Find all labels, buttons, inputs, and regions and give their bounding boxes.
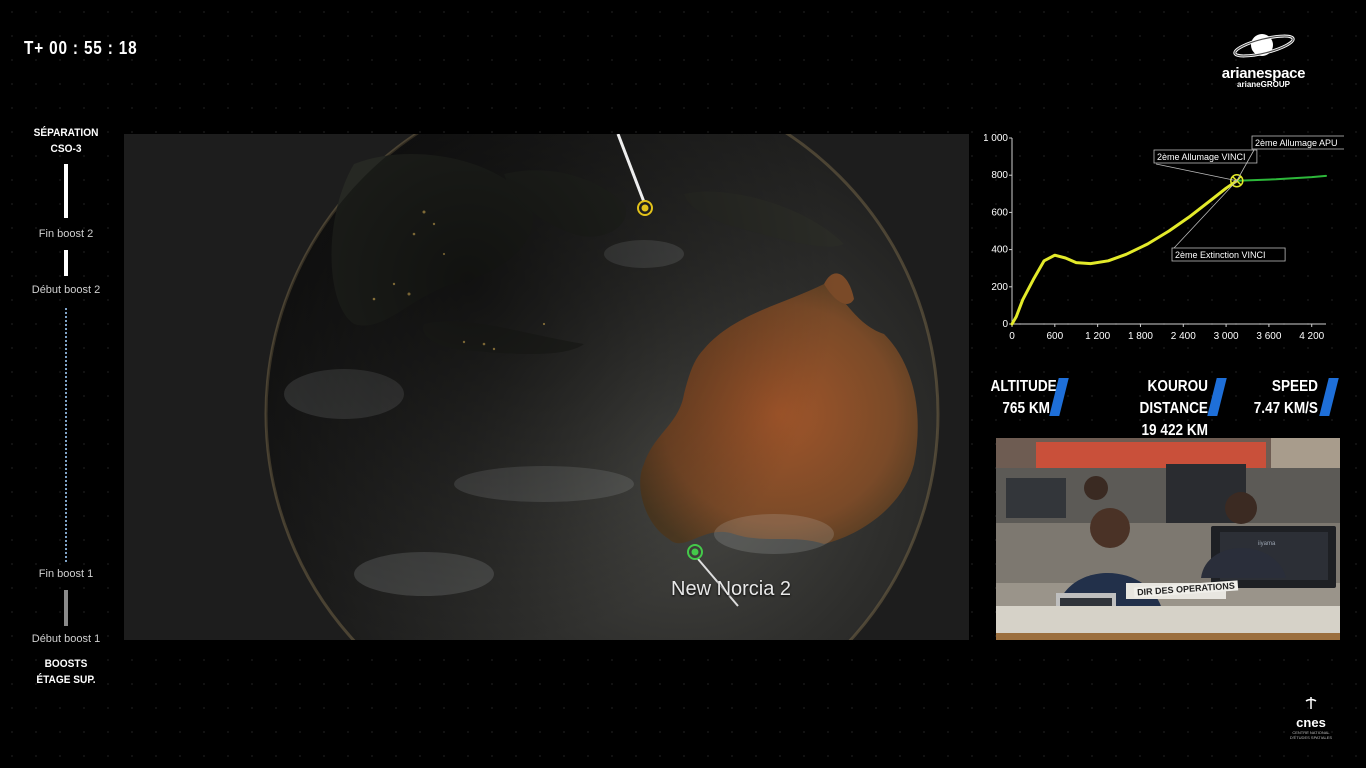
- timeline-debut-boost-2: Début boost 2: [31, 284, 101, 296]
- speed-readout: SPEED 7.47 KM/S: [1230, 376, 1318, 420]
- timeline-coast-dotted: [65, 308, 67, 562]
- chart-x-tick-label: 1 800: [1128, 331, 1153, 342]
- chart-x-tick-label: 3 600: [1256, 331, 1281, 342]
- altitude-label: ALTITUDE: [990, 378, 1057, 395]
- timeline-boosts: BOOSTS ÉTAGE SUP.: [9, 656, 123, 688]
- chart-y-tick-label: 400: [991, 245, 1008, 256]
- kourou-distance-readout: KOUROU DISTANCE 19 422 KM: [1080, 376, 1208, 442]
- separation-line1: SÉPARATION: [33, 127, 99, 139]
- arianespace-logo: arianespace arianeGROUP: [1206, 28, 1321, 89]
- chart-y-tick-label: 1 000: [984, 133, 1008, 144]
- chart-x-tick-label: 4 200: [1299, 331, 1324, 342]
- chart-annotation-leader: [1155, 163, 1237, 182]
- chart-annotation-leader: [1173, 180, 1238, 249]
- monitor-brand-label: iiyama: [1258, 541, 1276, 547]
- chart-y-tick-label: 200: [991, 282, 1008, 293]
- chart-x-tick-label: 2 400: [1171, 331, 1196, 342]
- timeline-bar-boost-2: [64, 250, 68, 276]
- separation-line2: CSO-3: [50, 143, 82, 155]
- cnes-sub2: D'ÉTUDES SPATIALES: [1289, 735, 1333, 740]
- chart-y-tick-label: 600: [991, 207, 1008, 218]
- earth-globe-view: New Norcia 2: [124, 134, 969, 640]
- chart-annotation-label: 2ème Allumage VINCI: [1157, 152, 1246, 162]
- chart-x-tick-label: 1 200: [1085, 331, 1110, 342]
- kourou-distance-label: KOUROU DISTANCE: [1139, 378, 1208, 417]
- chart-y-tick-label: 0: [1002, 319, 1008, 330]
- chart-x-tick-label: 0: [1009, 331, 1015, 342]
- globe-graphic: [124, 134, 969, 640]
- cnes-logo: cnes CENTRE NATIONAL D'ÉTUDES SPATIALES: [1286, 696, 1336, 740]
- speed-label: SPEED: [1271, 378, 1318, 395]
- chart-series-line-1: [1235, 174, 1327, 182]
- control-room-image: [996, 438, 1340, 640]
- boosts-line1: BOOSTS: [44, 658, 88, 670]
- cnes-brand-text: cnes: [1296, 715, 1326, 730]
- timeline-bar-separation: [64, 164, 68, 218]
- boosts-line2: ÉTAGE SUP.: [36, 674, 96, 686]
- altitude-readout: ALTITUDE 765 KM: [980, 376, 1057, 420]
- altitude-chart: 0 200 400 600 800 1 000 0 600 1 200 1 800 2 400 3 0…: [984, 133, 1344, 342]
- chart-x-tick-label: 600: [1046, 331, 1063, 342]
- timeline-fin-boost-1: Fin boost 1: [38, 568, 94, 580]
- mission-timer: T+ 00 : 55 : 18: [24, 38, 138, 58]
- chart-x-tick-label: 3 000: [1214, 331, 1239, 342]
- timeline-separation: SÉPARATION CSO-3: [9, 125, 123, 157]
- chart-y-tick-label: 800: [991, 170, 1008, 181]
- control-room-camera-feed: DIR DES OPERATIONS iiyama: [996, 438, 1340, 640]
- timeline-fin-boost-2: Fin boost 2: [38, 228, 94, 240]
- chart-annotation-label: 2ème Allumage APU: [1255, 138, 1338, 148]
- arianespace-emblem-icon: [1232, 34, 1295, 58]
- station-label-new-norcia: New Norcia 2: [671, 578, 792, 600]
- chart-annotation-label: 2ème Extinction VINCI: [1175, 250, 1266, 260]
- speed-value: 7.47 KM/S: [1253, 400, 1318, 417]
- timeline-debut-boost-1: Début boost 1: [31, 633, 101, 645]
- timeline-bar-boost-1: [64, 590, 68, 626]
- cnes-emblem-icon: [1305, 697, 1317, 709]
- altitude-value: 765 KM: [1002, 400, 1050, 417]
